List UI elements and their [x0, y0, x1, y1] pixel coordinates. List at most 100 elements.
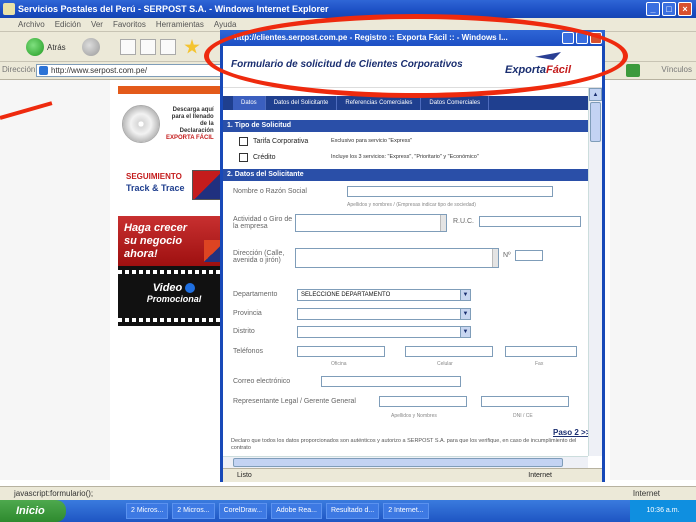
back-button[interactable]: Atrás [26, 37, 66, 57]
search-button[interactable] [184, 37, 200, 57]
video-banner[interactable]: Video Promocional [118, 266, 230, 326]
tab-datos[interactable]: Datos [233, 96, 266, 110]
provincia-select[interactable]: ▼ [297, 308, 471, 320]
scroll-thumb[interactable] [590, 102, 601, 142]
hscroll-thumb[interactable] [233, 458, 563, 467]
scroll-up-icon[interactable]: ▲ [589, 88, 602, 101]
main-status-text: javascript:formulario(); [14, 489, 94, 498]
close-button[interactable]: × [678, 2, 692, 16]
forward-arrow-icon [82, 38, 100, 56]
popup-horizontal-scrollbar[interactable] [223, 456, 588, 468]
representante-dni-input[interactable] [481, 396, 569, 407]
address-input[interactable]: http://www.serpost.com.pe/ [36, 64, 226, 77]
menu-edicion[interactable]: Edición [55, 18, 81, 31]
task-item[interactable]: Adobe Rea... [271, 503, 322, 519]
popup-vertical-scrollbar[interactable]: ▲ [588, 88, 602, 456]
tarifa-corporativa-checkbox[interactable] [239, 137, 248, 146]
telefono-label: Teléfonos [233, 348, 263, 355]
departamento-select[interactable]: SELECCIONE DEPARTAMENTO ▼ [297, 289, 471, 301]
go-button[interactable] [626, 64, 640, 77]
back-arrow-icon [26, 38, 44, 56]
sidebar-docs-banner[interactable]: Descarga aquí para el llenado de la Decl… [118, 94, 230, 154]
popup-zone-label: Internet [528, 472, 552, 479]
start-button[interactable]: Inicio [0, 500, 66, 522]
direccion-scrollbar[interactable] [492, 249, 498, 267]
credito-checkbox[interactable] [239, 153, 248, 162]
minimize-button[interactable]: _ [646, 2, 660, 16]
task-item[interactable]: 2 Micros... [172, 503, 215, 519]
representante-nombre-input[interactable] [379, 396, 467, 407]
tel-celular-input[interactable] [405, 346, 493, 357]
actividad-textarea[interactable] [295, 214, 447, 232]
cd-icon [122, 105, 160, 143]
tarifa-corporativa-label: Tarifa Corporativa [253, 138, 309, 145]
refresh-button[interactable] [140, 37, 156, 57]
maximize-button[interactable]: □ [662, 2, 676, 16]
docs-line-1: Descarga aquí [172, 106, 214, 113]
direccion-textarea[interactable] [295, 248, 499, 268]
main-window-title: Servicios Postales del Perú - SERPOST S.… [18, 4, 329, 14]
film-strip-bottom [118, 318, 230, 322]
track-line-1: SEGUIMIENTO [126, 172, 182, 181]
num-label: Nº [503, 252, 511, 259]
main-status-bar: javascript:formulario(); Internet [0, 486, 696, 500]
actividad-scrollbar[interactable] [440, 215, 446, 231]
tel-oficina-input[interactable] [297, 346, 385, 357]
refresh-icon [140, 39, 156, 55]
popup-status-text: Listo [237, 472, 252, 479]
task-item[interactable]: 2 Micros... [126, 503, 169, 519]
crecer-banner[interactable]: Haga crecer su negocio ahora! [118, 216, 230, 266]
tab-datos-comerciales[interactable]: Datos Comerciales [421, 96, 490, 110]
num-input[interactable] [515, 250, 543, 261]
ruc-label: R.U.C. [453, 218, 474, 225]
task-item[interactable]: Resultado d... [325, 503, 380, 519]
links-label[interactable]: Vínculos [661, 65, 692, 74]
chevron-down-icon: ▼ [460, 290, 470, 300]
search-icon [184, 39, 200, 54]
tel-fax-input[interactable] [505, 346, 577, 357]
menu-favoritos[interactable]: Favoritos [113, 18, 146, 31]
rep-hint-nombres: Apellidos y Nombres [391, 413, 437, 419]
tab-referencias[interactable]: Referencias Comerciales [337, 96, 422, 110]
popup-status-bar: Listo Internet [223, 468, 602, 482]
track-line-2: Track & Trace [126, 183, 185, 193]
ruc-input[interactable] [479, 216, 581, 227]
stop-button[interactable] [120, 37, 136, 57]
home-button[interactable] [160, 37, 176, 57]
nombre-label: Nombre o Razón Social [233, 188, 307, 195]
representante-label: Representante Legal / Gerente General [233, 398, 356, 405]
task-item[interactable]: CorelDraw... [218, 503, 268, 519]
clock: 10:36 a.m. [630, 500, 696, 522]
taskbar: Inicio 2 Micros... 2 Micros... CorelDraw… [0, 500, 696, 522]
nombre-input[interactable] [347, 186, 553, 197]
correo-input[interactable] [321, 376, 461, 387]
crecer-line-1: Haga crecer [124, 222, 187, 234]
credito-desc: Incluye los 3 servicios: "Express", "Pri… [331, 154, 479, 160]
docs-line-3: de la [199, 120, 214, 127]
tel-celular-hint: Celular [437, 361, 453, 367]
credito-label: Crédito [253, 154, 276, 161]
nombre-hint: Apellidos y nombres / (Empresas indicar … [347, 202, 476, 208]
task-item[interactable]: 2 Internet... [383, 503, 429, 519]
correo-label: Correo electrónico [233, 378, 291, 385]
play-icon [185, 283, 196, 294]
form-tabs: Datos Datos del Solicitante Referencias … [223, 96, 588, 110]
main-zone-label: Internet [632, 489, 660, 498]
docs-line-4: Declaración [179, 127, 214, 134]
distrito-select[interactable]: ▼ [297, 326, 471, 338]
track-trace-banner[interactable]: SEGUIMIENTO Track & Trace [118, 164, 230, 216]
forward-button[interactable] [82, 37, 100, 57]
paso-2-link[interactable]: Paso 2 >> [553, 428, 590, 437]
section-datos-solicitante: 2. Datos del Solicitante [223, 169, 588, 181]
tel-oficina-hint: Oficina [331, 361, 347, 367]
menu-ver[interactable]: Ver [91, 18, 103, 31]
menu-archivo[interactable]: Archivo [18, 18, 45, 31]
departamento-label: Departamento [233, 291, 278, 298]
annotation-oval [204, 14, 628, 98]
tab-datos-solicitante[interactable]: Datos del Solicitante [266, 96, 338, 110]
menu-herramientas[interactable]: Herramientas [156, 18, 204, 31]
actividad-label: Actividad o Giro de la empresa [233, 216, 293, 230]
chevron-down-icon: ▼ [460, 327, 470, 337]
declaro-text: Declaro que todos los datos proporcionad… [231, 438, 577, 451]
video-line-1: Video [152, 282, 183, 294]
